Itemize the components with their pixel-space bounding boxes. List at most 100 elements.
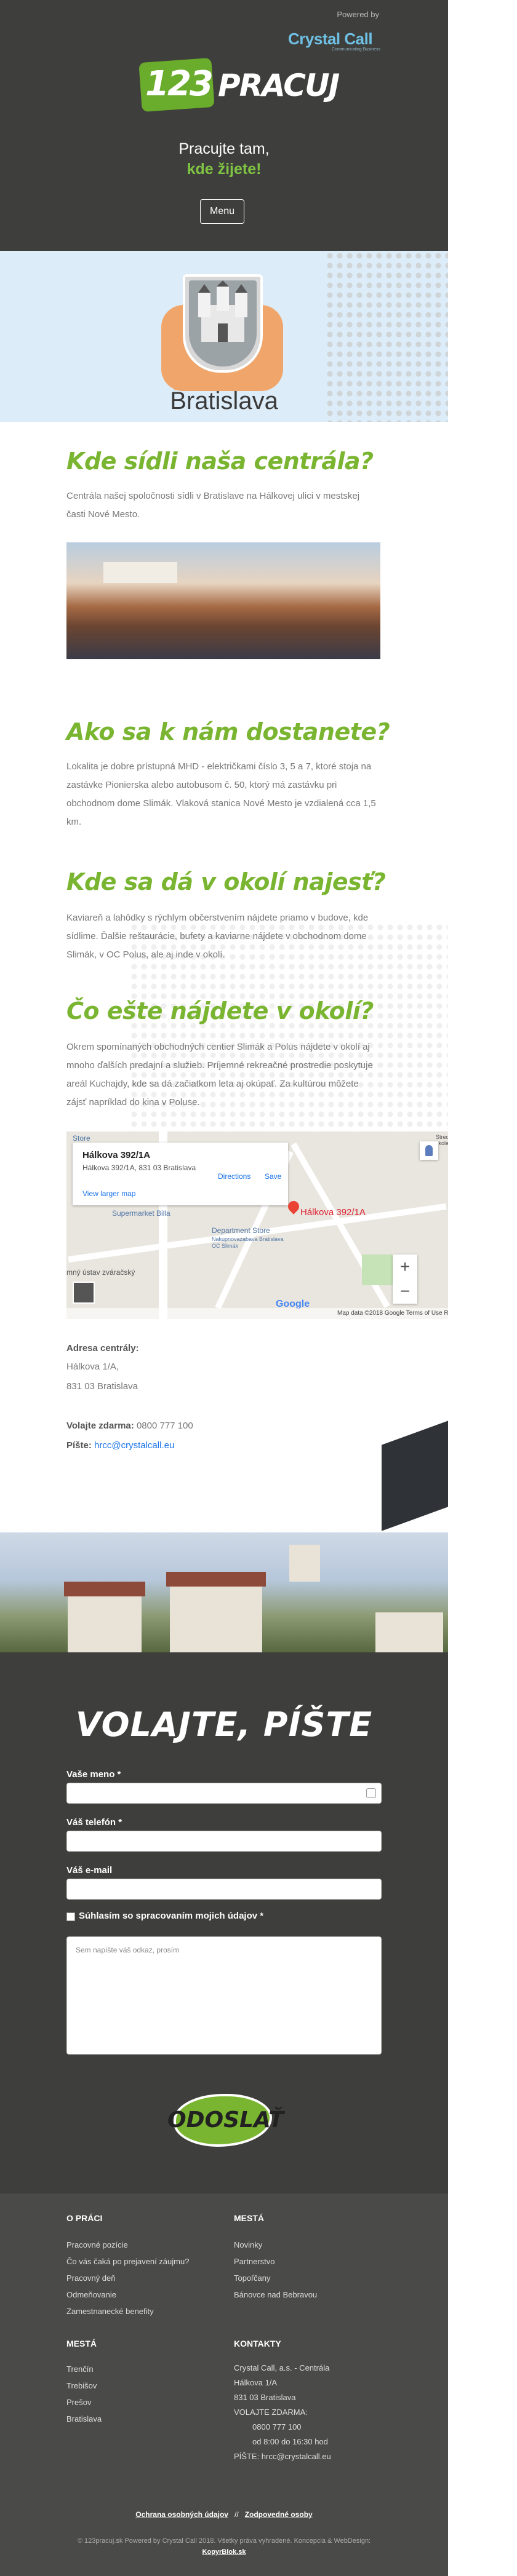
footer-separator: // — [234, 2510, 239, 2519]
crystal-call-logo[interactable]: Crystal Call Communicating Business — [288, 30, 380, 52]
map-footer: Map data ©2018 Google Terms of Use Repor… — [66, 1308, 448, 1319]
footer-contact-line[interactable]: PÍŠTE: hrcc@crystalcall.eu — [234, 2449, 331, 2464]
section-text-surroundings: Okrem spomínaných obchodných centier Sli… — [66, 1042, 373, 1108]
map-satellite-thumbnail[interactable] — [73, 1282, 95, 1304]
map-zoom-controls: + − — [393, 1254, 417, 1304]
city-crest-icon — [183, 274, 263, 373]
footer-link[interactable]: Odmeňovanie — [66, 2286, 189, 2303]
panorama-roof — [166, 1572, 266, 1587]
name-field[interactable] — [66, 1783, 382, 1804]
section-text-headquarters: Centrála našej spoločnosti sídli v Brati… — [66, 491, 360, 520]
footer-link[interactable]: Pracovné pozície — [66, 2237, 189, 2253]
footer-list-contacts: Crystal Call, a.s. - Centrála Hálkova 1/… — [234, 2361, 331, 2464]
logo-number: 123 — [145, 64, 214, 104]
panorama-castle — [289, 1545, 320, 1582]
footer-link[interactable]: Trenčín — [66, 2361, 102, 2377]
powered-by-label: Powered by — [337, 10, 379, 19]
submit-button[interactable]: ODOSLAŤ — [167, 2089, 284, 2150]
city-banner: Bratislava — [0, 251, 448, 422]
email-label: Váš e-mail — [66, 1865, 113, 1876]
section-heading-directions: Ako sa k nám dostanete? — [66, 718, 390, 745]
footer-link[interactable]: Zamestnanecké benefity — [66, 2303, 189, 2320]
consent-label: Súhlasím so spracovaním mojich údajov * — [79, 1911, 264, 1921]
footer-list-cities-2: Trenčín Trebišov Prešov Bratislava — [66, 2361, 102, 2427]
privacy-link[interactable]: Ochrana osobných údajov — [135, 2510, 228, 2519]
footer-link[interactable]: Topoľčany — [234, 2270, 317, 2286]
email-field[interactable] — [66, 1879, 382, 1900]
zoom-out-button[interactable]: − — [393, 1279, 417, 1304]
map-pin-label: Hálkova 392/1A — [300, 1207, 366, 1218]
address-line1: Hálkova 1/A, — [66, 1361, 119, 1372]
map-directions-link[interactable]: Directions — [218, 1172, 250, 1181]
form-title: VOLAJTE, PÍŠTE — [75, 1705, 373, 1744]
site-header: Powered by Crystal Call Communicating Bu… — [0, 0, 448, 251]
copyright: © 123pracuj.sk Powered by Crystal Call 2… — [0, 2535, 448, 2558]
responsible-persons-link[interactable]: Zodpovedné osoby — [245, 2510, 313, 2519]
tagline: Pracujte tam, kde žijete! — [0, 139, 448, 180]
section-text-directions: Lokalita je dobre prístupná MHD - elektr… — [66, 761, 376, 827]
consent-checkbox[interactable] — [66, 1912, 75, 1921]
call-free-row: Volajte zdarma: 0800 777 100 — [66, 1421, 193, 1431]
footer-link[interactable]: Partnerstvo — [234, 2253, 317, 2270]
footer-link[interactable]: Trebišov — [66, 2377, 102, 2394]
footer-link[interactable]: Čo vás čaká po prejavení záujmu? — [66, 2253, 189, 2270]
panorama-building — [375, 1612, 443, 1652]
footer-link[interactable]: Bratislava — [66, 2411, 102, 2427]
designer-link[interactable]: KopyrBlok.sk — [202, 2548, 246, 2556]
panorama-roof — [64, 1582, 145, 1596]
map-place-address: Hálkova 392/1A, 831 03 Bratislava — [82, 1163, 196, 1172]
footer-contact-line: 831 03 Bratislava — [234, 2393, 296, 2402]
address-label: Adresa centrály: — [66, 1343, 139, 1353]
name-label: Vaše meno * — [66, 1769, 121, 1780]
footer-contact-line[interactable]: 0800 777 100 — [234, 2420, 331, 2435]
footer-link[interactable]: Pracovný deň — [66, 2270, 189, 2286]
zoom-in-button[interactable]: + — [393, 1254, 417, 1279]
section-text-food: Kaviareň a lahôdky s rýchlym občerstvení… — [66, 913, 369, 960]
decorative-cube-shape — [382, 1421, 448, 1531]
map-pin-icon[interactable] — [286, 1199, 302, 1215]
panorama-building — [68, 1594, 142, 1652]
logo-word: PRACUJ — [218, 68, 340, 103]
site-logo[interactable]: 123 PRACUJ — [138, 57, 340, 113]
castle-in-photo — [103, 562, 177, 583]
map-label-zvaracky: mný ústav zváračský — [66, 1268, 135, 1277]
embedded-map[interactable]: Store Supermarket Billa Department Store… — [66, 1131, 448, 1319]
map-label-store: Store — [73, 1134, 90, 1143]
city-name: Bratislava — [170, 387, 278, 414]
view-larger-map-link[interactable]: View larger map — [82, 1189, 135, 1198]
call-free-number[interactable]: 0800 777 100 — [137, 1421, 193, 1431]
email-link[interactable]: hrcc@crystalcall.eu — [94, 1440, 174, 1451]
panorama-building — [170, 1585, 262, 1652]
tagline-line1: Pracujte tam, — [178, 140, 270, 157]
castle-icon — [198, 280, 247, 342]
section-heading-food: Kde sa dá v okolí najesť? — [66, 868, 386, 895]
contact-form-section: VOLAJTE, PÍŠTE Vaše meno * Váš telefón *… — [0, 1652, 448, 2194]
map-place-title: Hálkova 392/1A — [82, 1150, 151, 1160]
write-row: Píšte: hrcc@crystalcall.eu — [66, 1440, 174, 1451]
menu-button[interactable]: Menu — [200, 199, 244, 224]
footer-heading-contacts: KONTAKTY — [234, 2339, 281, 2348]
footer-link[interactable]: Novinky — [234, 2237, 317, 2253]
map-save-link[interactable]: Save — [265, 1172, 281, 1181]
footer-link[interactable]: Bánovce nad Bebravou — [234, 2286, 317, 2303]
footer-heading-cities-2: MESTÁ — [66, 2339, 97, 2348]
phone-label: Váš telefón * — [66, 1817, 122, 1828]
autofill-icon — [366, 1788, 376, 1798]
write-label: Píšte: — [66, 1440, 92, 1451]
street-view-person-icon[interactable] — [420, 1141, 438, 1160]
footer-list-work: Pracovné pozície Čo vás čaká po prejaven… — [66, 2237, 189, 2320]
map-label-department-store-sub: Nakupnovazabava Bratislava OC Slimák — [212, 1236, 284, 1249]
message-textarea[interactable]: Sem napíšte váš odkaz, prosím — [66, 1936, 382, 2055]
message-placeholder: Sem napíšte váš odkaz, prosím — [76, 1946, 180, 1954]
copyright-text: © 123pracuj.sk Powered by Crystal Call 2… — [77, 2537, 371, 2545]
map-label-supermarket: Supermarket Billa — [112, 1209, 170, 1218]
call-free-label: Volajte zdarma: — [66, 1421, 134, 1431]
submit-label: ODOSLAŤ — [167, 2107, 284, 2133]
cities-panorama — [0, 1532, 448, 1652]
page: Powered by Crystal Call Communicating Bu… — [0, 0, 448, 2576]
map-info-card: Hálkova 392/1A Hálkova 392/1A, 831 03 Br… — [73, 1143, 288, 1205]
footer-contact-line: VOLAJTE ZDARMA: — [234, 2408, 308, 2417]
phone-field[interactable] — [66, 1831, 382, 1852]
footer-link[interactable]: Prešov — [66, 2394, 102, 2411]
footer-contact-line: Hálkova 1/A — [234, 2378, 278, 2387]
